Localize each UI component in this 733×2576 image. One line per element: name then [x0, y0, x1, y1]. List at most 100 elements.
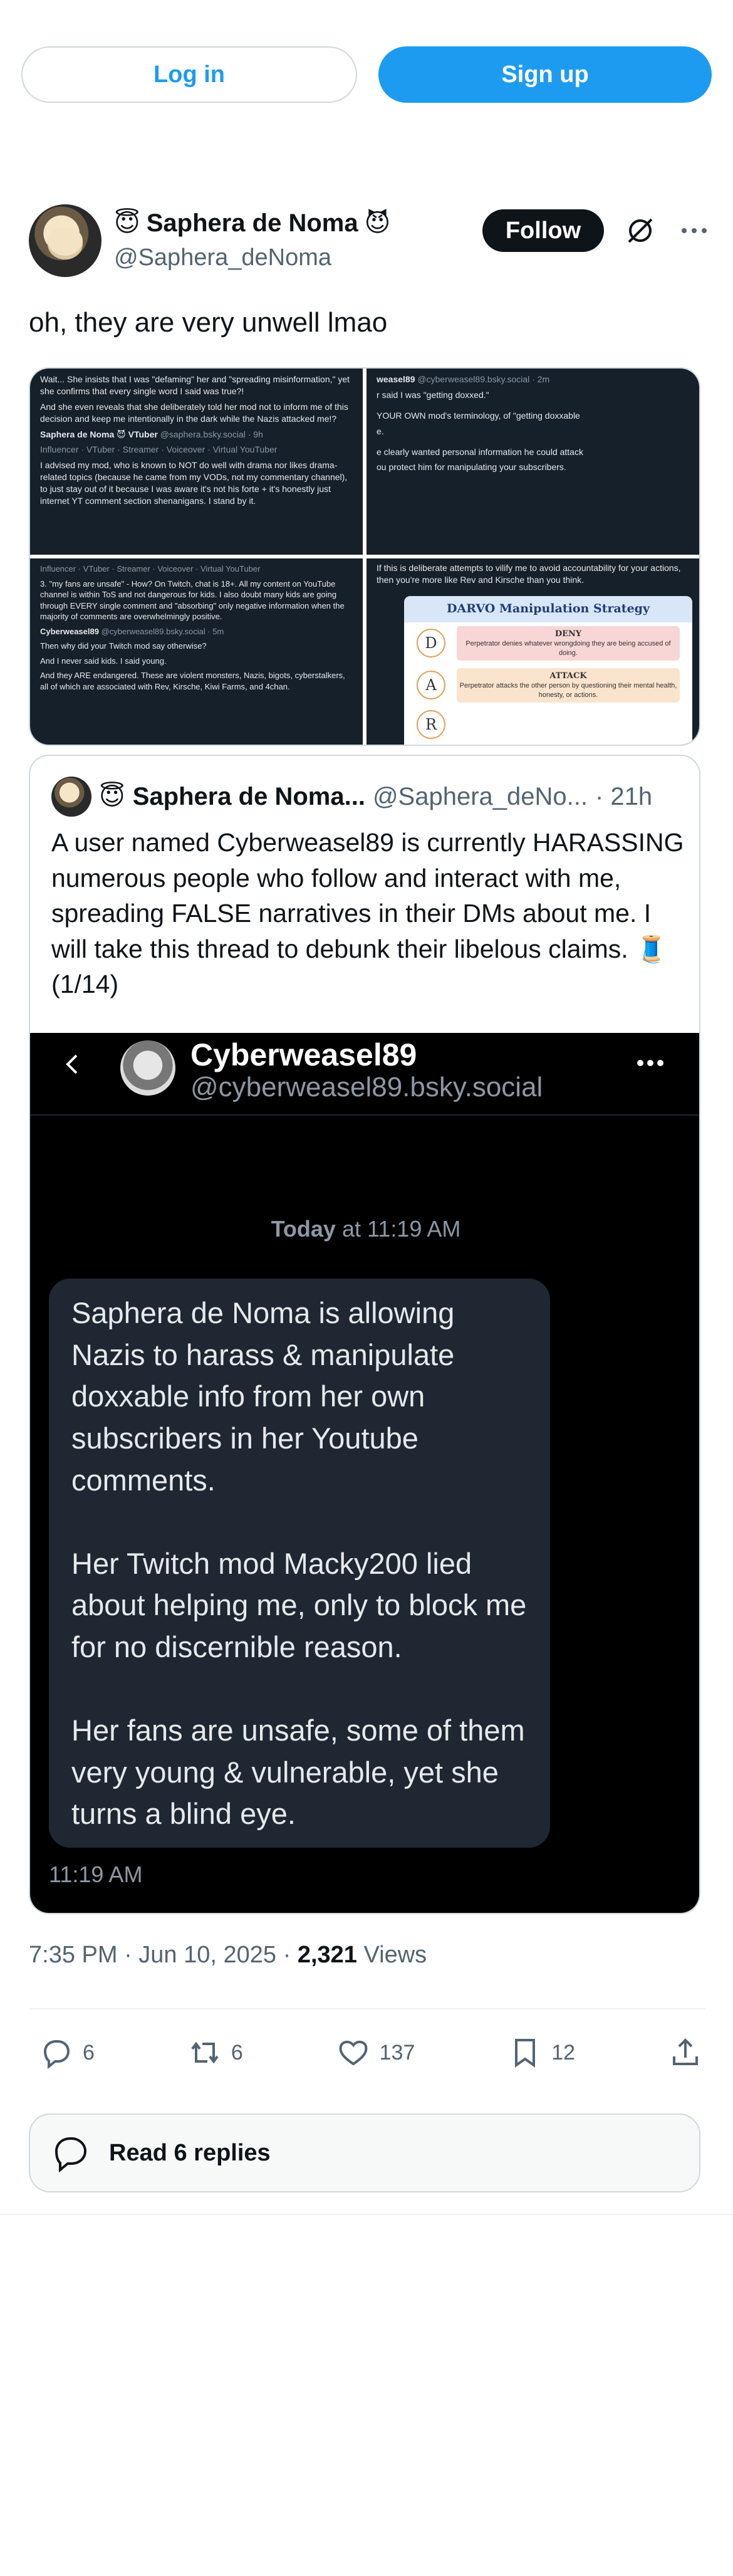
tweet-datetime[interactable]: 7:35 PM · Jun 10, 2025 ·	[29, 1942, 298, 1968]
author-handle[interactable]: @Saphera_deNoma	[114, 244, 331, 271]
follow-button[interactable]: Follow	[482, 209, 604, 252]
angel-emoji: 😇	[99, 783, 125, 810]
media-grid[interactable]: Wait... She insists that I was "defaming…	[29, 367, 700, 746]
darvo-box: ATTACK Perpetrator attacks the other per…	[457, 668, 680, 703]
dm-avatar	[120, 1040, 175, 1096]
tile3-paragraph: And I never said kids. I said young.	[40, 656, 167, 666]
share-button[interactable]	[668, 2035, 703, 2070]
reply-icon	[43, 2040, 70, 2070]
tile2-name: weasel89	[377, 374, 415, 384]
tile3-reply-name: Cyberweasel89	[40, 626, 99, 636]
author-name[interactable]: Saphera de Noma	[147, 209, 358, 238]
reply-count: 6	[83, 2040, 95, 2065]
tile1-quoted-handle: @saphera.bsky.social · 9h	[160, 429, 263, 439]
darvo-letter: R	[417, 710, 445, 740]
tile3-paragraph: And they ARE endangered. These are viole…	[40, 671, 345, 691]
tile1-quoted-header: Saphera de Noma 😈 VTuber @saphera.bsky.s…	[40, 429, 353, 441]
media-image-1[interactable]: Wait... She insists that I was "defaming…	[30, 369, 363, 555]
darvo-title: DARVO Manipulation Strategy	[404, 596, 692, 622]
tile2-line: YOUR OWN mod's terminology, of "getting …	[377, 410, 580, 421]
tile1-paragraph: I advised my mod, who is known to NOT do…	[40, 460, 348, 506]
darvo-row: A ATTACK Perpetrator attacks the other p…	[404, 664, 692, 706]
tile3-paragraph: Then why did your Twitch mod say otherwi…	[40, 641, 207, 651]
dm-date-time: at 11:19 AM	[335, 1216, 461, 1242]
like-button[interactable]: 137	[336, 2035, 415, 2070]
bookmark-count: 12	[551, 2040, 576, 2065]
dm-message-bubble: Saphera de Noma is allowing Nazis to har…	[49, 1279, 550, 1848]
media-image-4[interactable]: If this is deliberate attempts to vilify…	[366, 558, 699, 745]
reply-icon	[55, 2137, 87, 2173]
bookmark-button[interactable]: 12	[507, 2035, 575, 2070]
views-count: 2,321	[297, 1942, 357, 1968]
tweet-text: oh, they are very unwell lmao	[29, 307, 388, 338]
angel-emoji: 😇	[114, 209, 140, 237]
action-bar: 6 6 137 12	[39, 2031, 703, 2075]
darvo-box-title: ATTACK	[549, 671, 587, 681]
dm-message-paragraph: Her Twitch mod Macky200 lied about helpi…	[71, 1546, 527, 1664]
tile2-line: e.	[377, 426, 384, 436]
back-arrow-icon	[66, 1054, 78, 1074]
tile2-handle: @cyberweasel89.bsky.social · 2m	[417, 374, 550, 384]
quoted-avatar	[51, 777, 91, 817]
quoted-dm-screenshot[interactable]: Cyberweasel89 @cyberweasel89.bsky.social…	[30, 1033, 699, 1913]
tile3-tags: Influencer · VTuber · Streamer · Voiceov…	[40, 564, 261, 573]
dm-message-paragraph: Her fans are unsafe, some of them very y…	[71, 1713, 525, 1831]
repost-icon	[191, 2041, 219, 2064]
author-name-row[interactable]: 😇 Saphera de Noma 😈	[114, 204, 390, 242]
darvo-letter: A	[417, 671, 445, 700]
auth-bar: Log in Sign up	[21, 46, 712, 103]
dm-contact-name: Cyberweasel89	[190, 1037, 417, 1072]
divider	[30, 1114, 699, 1116]
views-label: Views	[356, 1942, 427, 1968]
quoted-author-handle: @Saphera_deNo...	[372, 782, 588, 810]
share-icon	[672, 2038, 698, 2065]
tile1-paragraph: And she even reveals that she deliberate…	[40, 401, 348, 424]
bookmark-icon	[515, 2039, 536, 2068]
darvo-row: D DENY Perpetrator denies whatever wrong…	[404, 622, 692, 664]
tile4-caption: If this is deliberate attempts to vilify…	[377, 563, 681, 585]
tweet-meta: 7:35 PM · Jun 10, 2025 · 2,321 Views	[29, 1942, 427, 1969]
more-icon	[637, 1060, 663, 1066]
media-image-3[interactable]: Influencer · VTuber · Streamer · Voiceov…	[30, 558, 363, 745]
login-button[interactable]: Log in	[21, 46, 357, 103]
tile3-reply-header: Cyberweasel89 @cyberweasel89.bsky.social…	[40, 626, 353, 637]
devil-emoji: 😈	[364, 209, 391, 237]
darvo-box-title: DENY	[554, 629, 582, 639]
like-count: 137	[379, 2040, 415, 2065]
tile2-header: weasel89 @cyberweasel89.bsky.social · 2m	[377, 374, 689, 385]
darvo-box-desc: Perpetrator denies whatever wrongdoing t…	[465, 640, 671, 657]
quoted-author-name: Saphera de Noma...	[132, 782, 365, 810]
tile2-line: e clearly wanted personal information he…	[377, 446, 583, 457]
signup-button[interactable]: Sign up	[378, 46, 712, 103]
quoted-header: 😇 Saphera de Noma... @Saphera_deNo... · …	[51, 775, 652, 819]
dm-date-day: Today	[271, 1216, 336, 1242]
read-replies-label: Read 6 replies	[109, 2139, 271, 2166]
repost-count: 6	[231, 2040, 243, 2065]
darvo-box-desc: Perpetrator attacks the other person by …	[459, 682, 677, 699]
heart-icon	[339, 2041, 368, 2066]
avatar[interactable]	[29, 204, 101, 277]
more-icon[interactable]	[677, 213, 712, 248]
dm-message-time: 11:19 AM	[49, 1861, 143, 1887]
dm-date: Today at 11:19 AM	[30, 1216, 699, 1242]
divider	[0, 2214, 733, 2215]
tile3-paragraph: 3. "my fans are unsafe" - How? On Twitch…	[40, 579, 345, 622]
dm-message-paragraph: Saphera de Noma is allowing Nazis to har…	[71, 1296, 455, 1497]
tile2-line: r said I was "getting doxxed."	[377, 389, 489, 400]
tile2-line: ou protect him for manipulating your sub…	[377, 462, 566, 473]
quoted-tweet[interactable]: 😇 Saphera de Noma... @Saphera_deNo... · …	[29, 755, 700, 1914]
tile3-reply-handle: @cyberweasel89.bsky.social · 5m	[101, 626, 224, 636]
media-image-2[interactable]: weasel89 @cyberweasel89.bsky.social · 2m…	[366, 369, 699, 555]
repost-button[interactable]: 6	[187, 2035, 243, 2070]
tile1-quoted-tags: Influencer · VTuber · Streamer · Voiceov…	[40, 444, 278, 455]
darvo-box: DENY Perpetrator denies whatever wrongdo…	[457, 626, 680, 661]
tweet-author: 😇 Saphera de Noma 😈 @Saphera_deNoma Foll…	[29, 204, 707, 280]
quoted-text: A user named Cyberweasel89 is currently …	[51, 828, 684, 999]
reply-button[interactable]: 6	[39, 2035, 95, 2070]
divider	[29, 2008, 705, 2009]
quoted-time: · 21h	[595, 782, 653, 810]
darvo-chart: DARVO Manipulation Strategy D DENY Perpe…	[404, 596, 692, 745]
grok-icon[interactable]	[623, 213, 658, 248]
dm-contact-handle: @cyberweasel89.bsky.social	[190, 1072, 543, 1102]
read-replies-button[interactable]: Read 6 replies	[29, 2113, 700, 2192]
